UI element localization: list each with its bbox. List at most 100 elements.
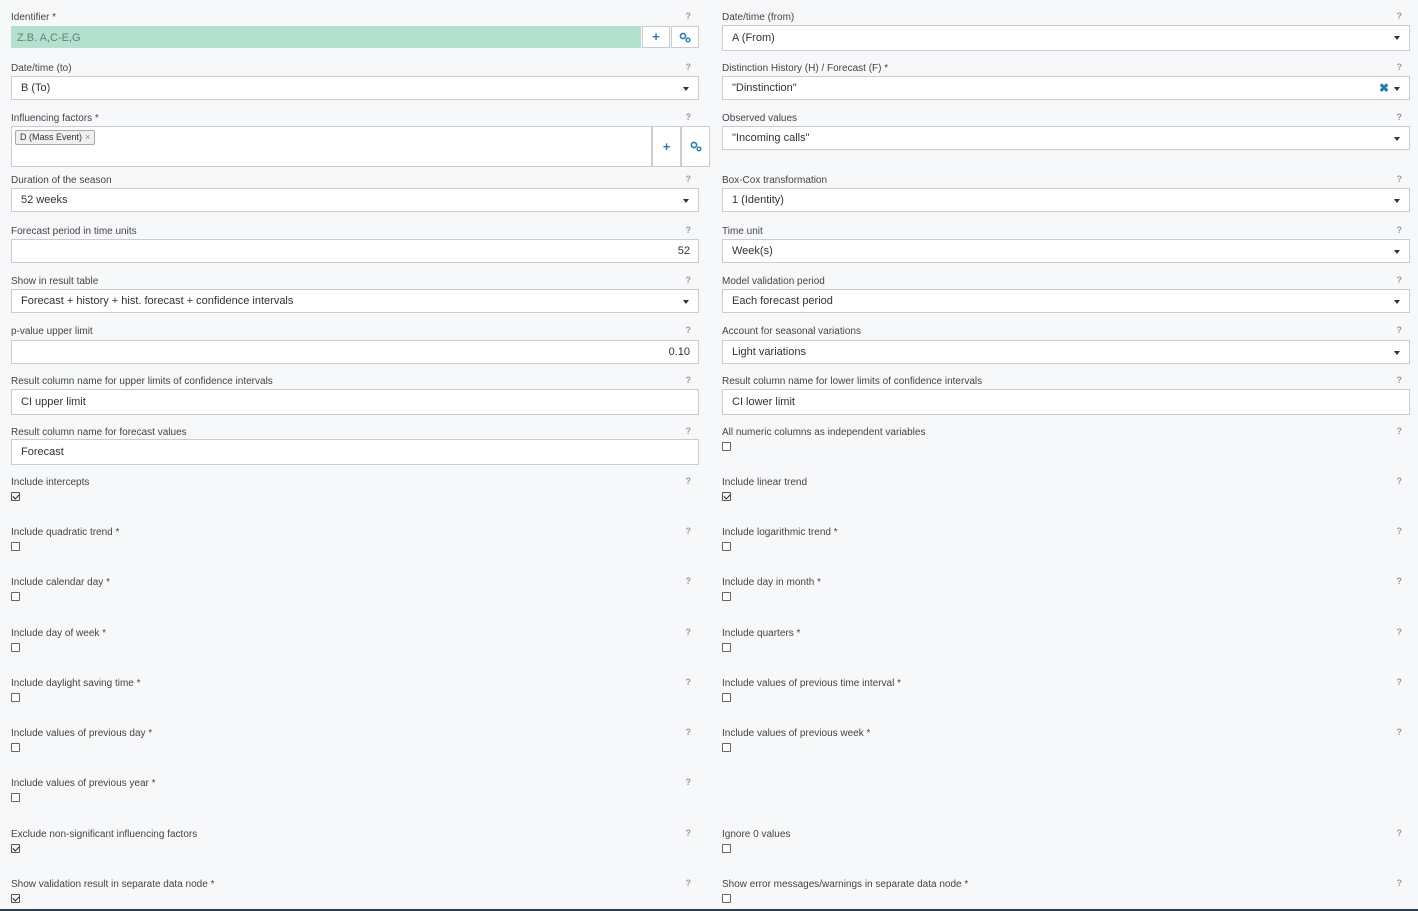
exclude-nonsig-checkbox[interactable]: [11, 844, 20, 853]
help-icon[interactable]: ?: [1397, 11, 1403, 21]
distinction-select[interactable]: "Dinstinction" ✖: [722, 76, 1410, 100]
gears-icon: [690, 141, 701, 152]
help-icon[interactable]: ?: [686, 11, 692, 21]
help-icon[interactable]: ?: [686, 727, 692, 737]
help-icon[interactable]: ?: [686, 112, 692, 122]
season-duration-label: Duration of the season: [11, 175, 112, 186]
help-icon[interactable]: ?: [1397, 275, 1403, 285]
datetime-from-select[interactable]: A (From): [722, 25, 1410, 51]
help-icon[interactable]: ?: [1397, 727, 1403, 737]
help-icon[interactable]: ?: [686, 325, 692, 335]
help-icon[interactable]: ?: [1397, 325, 1403, 335]
tag-remove-icon[interactable]: ×: [85, 132, 90, 142]
show-in-result-label: Show in result table: [11, 276, 99, 287]
prev-interval-checkbox[interactable]: [722, 693, 731, 702]
day-of-week-checkbox[interactable]: [11, 643, 20, 652]
seasonal-variations-field: Account for seasonal variations ? Light …: [722, 325, 1410, 364]
help-icon[interactable]: ?: [686, 375, 692, 385]
prev-day-checkbox[interactable]: [11, 743, 20, 752]
help-icon[interactable]: ?: [1397, 375, 1403, 385]
influencing-factors-field: Influencing factors * ? D (Mass Event) × …: [11, 112, 710, 167]
help-icon[interactable]: ?: [1397, 526, 1403, 536]
help-icon[interactable]: ?: [1397, 828, 1403, 838]
help-icon[interactable]: ?: [1397, 62, 1403, 72]
influencing-factors-input[interactable]: D (Mass Event) ×: [11, 126, 652, 167]
plus-icon: +: [652, 29, 660, 44]
help-icon[interactable]: ?: [686, 476, 692, 486]
identifier-field: Identifier * ? Z.B. A,C-E,G +: [11, 11, 699, 48]
log-trend-field: Include logarithmic trend * ?: [722, 526, 1410, 551]
datetime-from-field: Date/time (from) ? A (From): [722, 11, 1410, 51]
errors-separate-label: Show error messages/warnings in separate…: [722, 879, 969, 890]
all-numeric-checkbox[interactable]: [722, 442, 731, 451]
help-icon[interactable]: ?: [686, 275, 692, 285]
help-icon[interactable]: ?: [1397, 426, 1403, 436]
help-icon[interactable]: ?: [1397, 476, 1403, 486]
help-icon[interactable]: ?: [686, 878, 692, 888]
season-duration-select[interactable]: 52 weeks: [11, 188, 699, 212]
p-value-input[interactable]: 0.10: [11, 340, 699, 364]
close-icon[interactable]: ✖: [1379, 82, 1389, 94]
help-icon[interactable]: ?: [686, 174, 692, 184]
all-numeric-label: All numeric columns as independent varia…: [722, 427, 926, 438]
identifier-label: Identifier *: [11, 12, 57, 23]
day-in-month-checkbox[interactable]: [722, 592, 731, 601]
observed-values-select[interactable]: "Incoming calls": [722, 126, 1410, 150]
help-icon[interactable]: ?: [1397, 878, 1403, 888]
prev-week-checkbox[interactable]: [722, 743, 731, 752]
day-in-month-label: Include day in month *: [722, 577, 821, 588]
calendar-day-checkbox[interactable]: [11, 592, 20, 601]
linear-trend-checkbox[interactable]: [722, 492, 731, 501]
ignore-zero-checkbox[interactable]: [722, 844, 731, 853]
ci-upper-name-input[interactable]: CI upper limit: [11, 389, 699, 415]
help-icon[interactable]: ?: [686, 426, 692, 436]
identifier-config-button[interactable]: [671, 26, 699, 48]
quarters-field: Include quarters * ?: [722, 627, 1410, 652]
help-icon[interactable]: ?: [1397, 174, 1403, 184]
help-icon[interactable]: ?: [1397, 225, 1403, 235]
help-icon[interactable]: ?: [686, 62, 692, 72]
help-icon[interactable]: ?: [686, 828, 692, 838]
model-validation-label: Model validation period: [722, 276, 825, 287]
identifier-input[interactable]: Z.B. A,C-E,G: [11, 26, 641, 48]
help-icon[interactable]: ?: [686, 576, 692, 586]
model-validation-select[interactable]: Each forecast period: [722, 289, 1410, 313]
help-icon[interactable]: ?: [686, 627, 692, 637]
factors-config-button[interactable]: [681, 126, 710, 167]
plus-icon: +: [662, 139, 671, 154]
all-numeric-field: All numeric columns as independent varia…: [722, 426, 1410, 451]
log-trend-checkbox[interactable]: [722, 542, 731, 551]
help-icon[interactable]: ?: [1397, 576, 1403, 586]
help-icon[interactable]: ?: [1397, 627, 1403, 637]
quadratic-trend-checkbox[interactable]: [11, 542, 20, 551]
help-icon[interactable]: ?: [1397, 677, 1403, 687]
forecast-period-input[interactable]: 52: [11, 239, 699, 263]
help-icon[interactable]: ?: [1397, 112, 1403, 122]
influencing-factors-label: Influencing factors *: [11, 113, 99, 124]
forecast-col-name-field: Result column name for forecast values ?…: [11, 426, 699, 465]
ci-lower-name-input[interactable]: CI lower limit: [722, 389, 1410, 415]
errors-separate-field: Show error messages/warnings in separate…: [722, 878, 1410, 903]
p-value-field: p-value upper limit ? 0.10: [11, 325, 699, 364]
help-icon[interactable]: ?: [686, 777, 692, 787]
show-in-result-select[interactable]: Forecast + history + hist. forecast + co…: [11, 289, 699, 313]
validation-separate-checkbox[interactable]: [11, 894, 20, 903]
identifier-add-button[interactable]: +: [642, 26, 670, 48]
dst-checkbox[interactable]: [11, 693, 20, 702]
help-icon[interactable]: ?: [686, 677, 692, 687]
help-icon[interactable]: ?: [686, 225, 692, 235]
help-icon[interactable]: ?: [686, 526, 692, 536]
prev-year-checkbox[interactable]: [11, 793, 20, 802]
seasonal-variations-select[interactable]: Light variations: [722, 340, 1410, 364]
datetime-to-select[interactable]: B (To): [11, 76, 699, 100]
forecast-col-name-input[interactable]: Forecast: [11, 439, 699, 465]
quarters-checkbox[interactable]: [722, 643, 731, 652]
time-unit-select[interactable]: Week(s): [722, 239, 1410, 263]
intercepts-checkbox[interactable]: [11, 492, 20, 501]
errors-separate-checkbox[interactable]: [722, 894, 731, 903]
datetime-to-field: Date/time (to) ? B (To): [11, 62, 699, 100]
observed-values-field: Observed values ? "Incoming calls": [722, 112, 1410, 150]
box-cox-select[interactable]: 1 (Identity): [722, 188, 1410, 212]
factors-add-button[interactable]: +: [652, 126, 681, 167]
ci-upper-name-field: Result column name for upper limits of c…: [11, 375, 699, 415]
